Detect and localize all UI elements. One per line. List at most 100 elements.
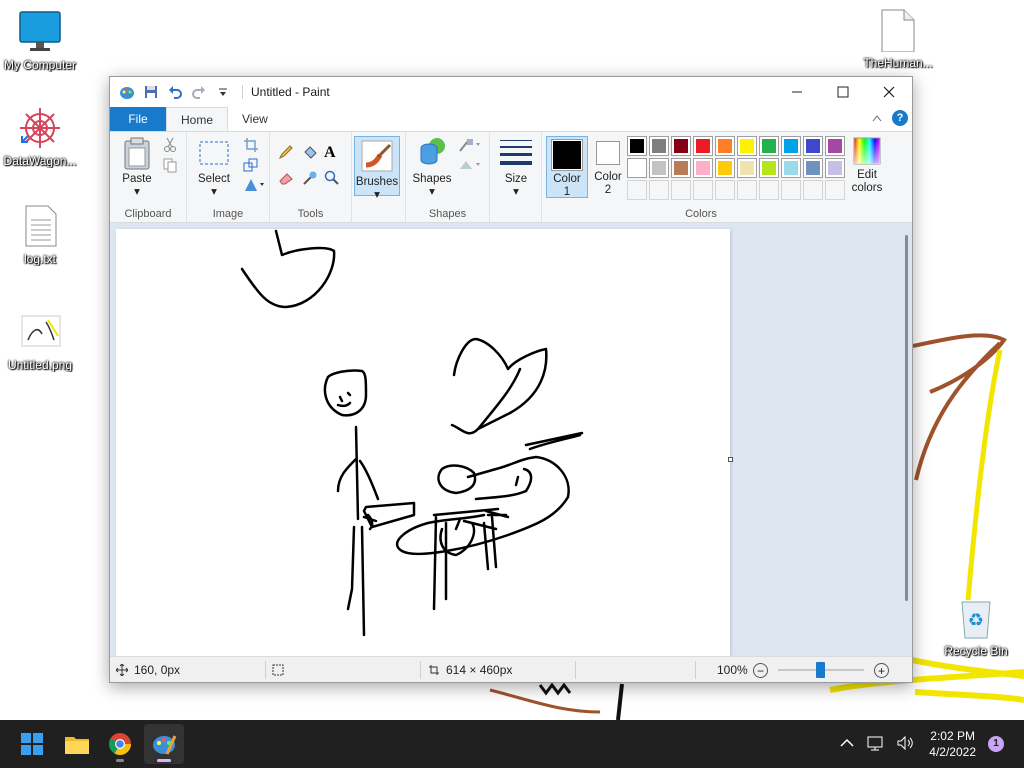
- redo-icon[interactable]: [190, 83, 208, 101]
- minimize-button[interactable]: [774, 77, 820, 107]
- color1-label: Color: [553, 173, 581, 185]
- undo-icon[interactable]: [166, 83, 184, 101]
- cursor-position-text: 160, 0px: [134, 663, 181, 677]
- desktop-icon-thehuman[interactable]: TheHuman...: [858, 8, 938, 70]
- desktop-icon-untitled-png[interactable]: Untitled.png: [0, 310, 80, 372]
- zoom-in-button[interactable]: +: [874, 663, 889, 678]
- eraser-icon[interactable]: [278, 170, 294, 186]
- edit-colors-label-2: colors: [851, 182, 883, 194]
- save-icon[interactable]: [142, 83, 160, 101]
- color-swatch[interactable]: [803, 136, 823, 156]
- color-swatch[interactable]: [671, 136, 691, 156]
- color-swatch[interactable]: [671, 158, 691, 178]
- cut-icon[interactable]: [162, 137, 178, 153]
- color-swatch[interactable]: [737, 136, 757, 156]
- color-swatch[interactable]: [803, 158, 823, 178]
- clock[interactable]: 2:02 PM 4/2/2022: [929, 728, 976, 760]
- title-bar[interactable]: Untitled - Paint: [110, 77, 912, 107]
- tab-view[interactable]: View: [228, 107, 282, 131]
- color-swatch[interactable]: [715, 158, 735, 178]
- color-swatch[interactable]: [649, 158, 669, 178]
- desktop-icon-recycle-bin[interactable]: ♻ Recycle Bin: [936, 596, 1016, 658]
- resize-icon[interactable]: [243, 157, 259, 173]
- color-swatch[interactable]: [781, 158, 801, 178]
- zoom-slider-thumb[interactable]: [816, 662, 825, 678]
- desktop-icon-datawagon[interactable]: DataWagon...: [0, 106, 80, 168]
- desktop-icon-label: log.txt: [23, 252, 56, 266]
- size-button[interactable]: Size ▾: [496, 136, 536, 199]
- notification-badge[interactable]: 1: [988, 736, 1004, 752]
- paint-app-icon[interactable]: [118, 83, 136, 101]
- custom-color-slot[interactable]: [759, 180, 779, 200]
- shapes-group: Shapes ▾ Shapes: [406, 132, 490, 222]
- paint-taskbar-button[interactable]: [144, 724, 184, 764]
- select-button[interactable]: Select ▾: [193, 136, 235, 199]
- custom-color-slot[interactable]: [693, 180, 713, 200]
- custom-color-slot[interactable]: [825, 180, 845, 200]
- color-swatch[interactable]: [825, 136, 845, 156]
- custom-color-slot[interactable]: [737, 180, 757, 200]
- rotate-icon[interactable]: [243, 177, 267, 193]
- custom-color-slot[interactable]: [715, 180, 735, 200]
- tab-home[interactable]: Home: [166, 107, 229, 131]
- fill-bucket-icon[interactable]: [302, 144, 318, 160]
- vertical-scrollbar[interactable]: [905, 235, 908, 601]
- paste-button[interactable]: Paste ▾: [116, 136, 158, 199]
- drawing-canvas[interactable]: [116, 229, 733, 656]
- desktop-icon-label: Untitled.png: [7, 358, 73, 372]
- color-swatch[interactable]: [627, 136, 647, 156]
- help-icon[interactable]: ?: [892, 110, 908, 126]
- network-icon[interactable]: [866, 735, 884, 754]
- color-picker-icon[interactable]: [302, 170, 318, 186]
- text-icon[interactable]: A: [324, 144, 340, 161]
- color-swatch[interactable]: [715, 136, 735, 156]
- zoom-out-button[interactable]: −: [753, 663, 768, 678]
- canvas-resize-handle[interactable]: [728, 457, 733, 462]
- custom-color-slot[interactable]: [627, 180, 647, 200]
- customize-toolbar-icon[interactable]: [214, 83, 232, 101]
- custom-color-slot[interactable]: [803, 180, 823, 200]
- custom-color-slot[interactable]: [781, 180, 801, 200]
- color-swatch[interactable]: [781, 136, 801, 156]
- file-explorer-button[interactable]: [57, 724, 97, 764]
- outline-icon[interactable]: [458, 137, 482, 153]
- fill-icon[interactable]: [458, 157, 482, 173]
- custom-color-slot[interactable]: [671, 180, 691, 200]
- shapes-button[interactable]: Shapes ▾: [410, 136, 454, 199]
- paste-label: Paste: [122, 173, 152, 185]
- color-swatch[interactable]: [825, 158, 845, 178]
- color-swatch[interactable]: [759, 136, 779, 156]
- collapse-ribbon-icon[interactable]: [872, 111, 882, 125]
- chevron-down-icon: ▾: [374, 189, 380, 201]
- color-swatch[interactable]: [649, 136, 669, 156]
- color-swatch[interactable]: [693, 158, 713, 178]
- desktop-icon-label: Recycle Bin: [944, 644, 1008, 658]
- color-swatch[interactable]: [737, 158, 757, 178]
- color2-label: Color: [594, 171, 622, 183]
- desktop-icon-log-txt[interactable]: log.txt: [0, 204, 80, 266]
- color1-button[interactable]: Color 1: [546, 136, 588, 198]
- start-button[interactable]: [12, 724, 52, 764]
- magnifier-icon[interactable]: [324, 170, 340, 186]
- color2-swatch: [596, 141, 620, 165]
- desktop-icon-my-computer[interactable]: My Computer: [0, 10, 80, 72]
- edit-colors-button[interactable]: Edit colors: [847, 136, 887, 195]
- show-hidden-icons-icon[interactable]: [840, 737, 854, 751]
- canvas-size: 614 × 460px: [428, 657, 512, 683]
- chrome-button[interactable]: [100, 724, 140, 764]
- color-swatch[interactable]: [759, 158, 779, 178]
- custom-color-slot[interactable]: [649, 180, 669, 200]
- tab-file[interactable]: File: [110, 107, 166, 131]
- volume-icon[interactable]: [896, 735, 914, 754]
- brushes-button[interactable]: Brushes ▾: [354, 136, 400, 201]
- color2-button[interactable]: Color 2: [590, 138, 626, 197]
- pencil-icon[interactable]: [278, 144, 294, 160]
- desktop-icon-label: My Computer: [3, 58, 77, 72]
- close-button[interactable]: [866, 77, 912, 107]
- maximize-button[interactable]: [820, 77, 866, 107]
- color-swatch[interactable]: [693, 136, 713, 156]
- color-swatch[interactable]: [627, 158, 647, 178]
- minimize-icon: [792, 91, 802, 93]
- crop-icon[interactable]: [243, 137, 259, 153]
- copy-icon[interactable]: [162, 157, 178, 173]
